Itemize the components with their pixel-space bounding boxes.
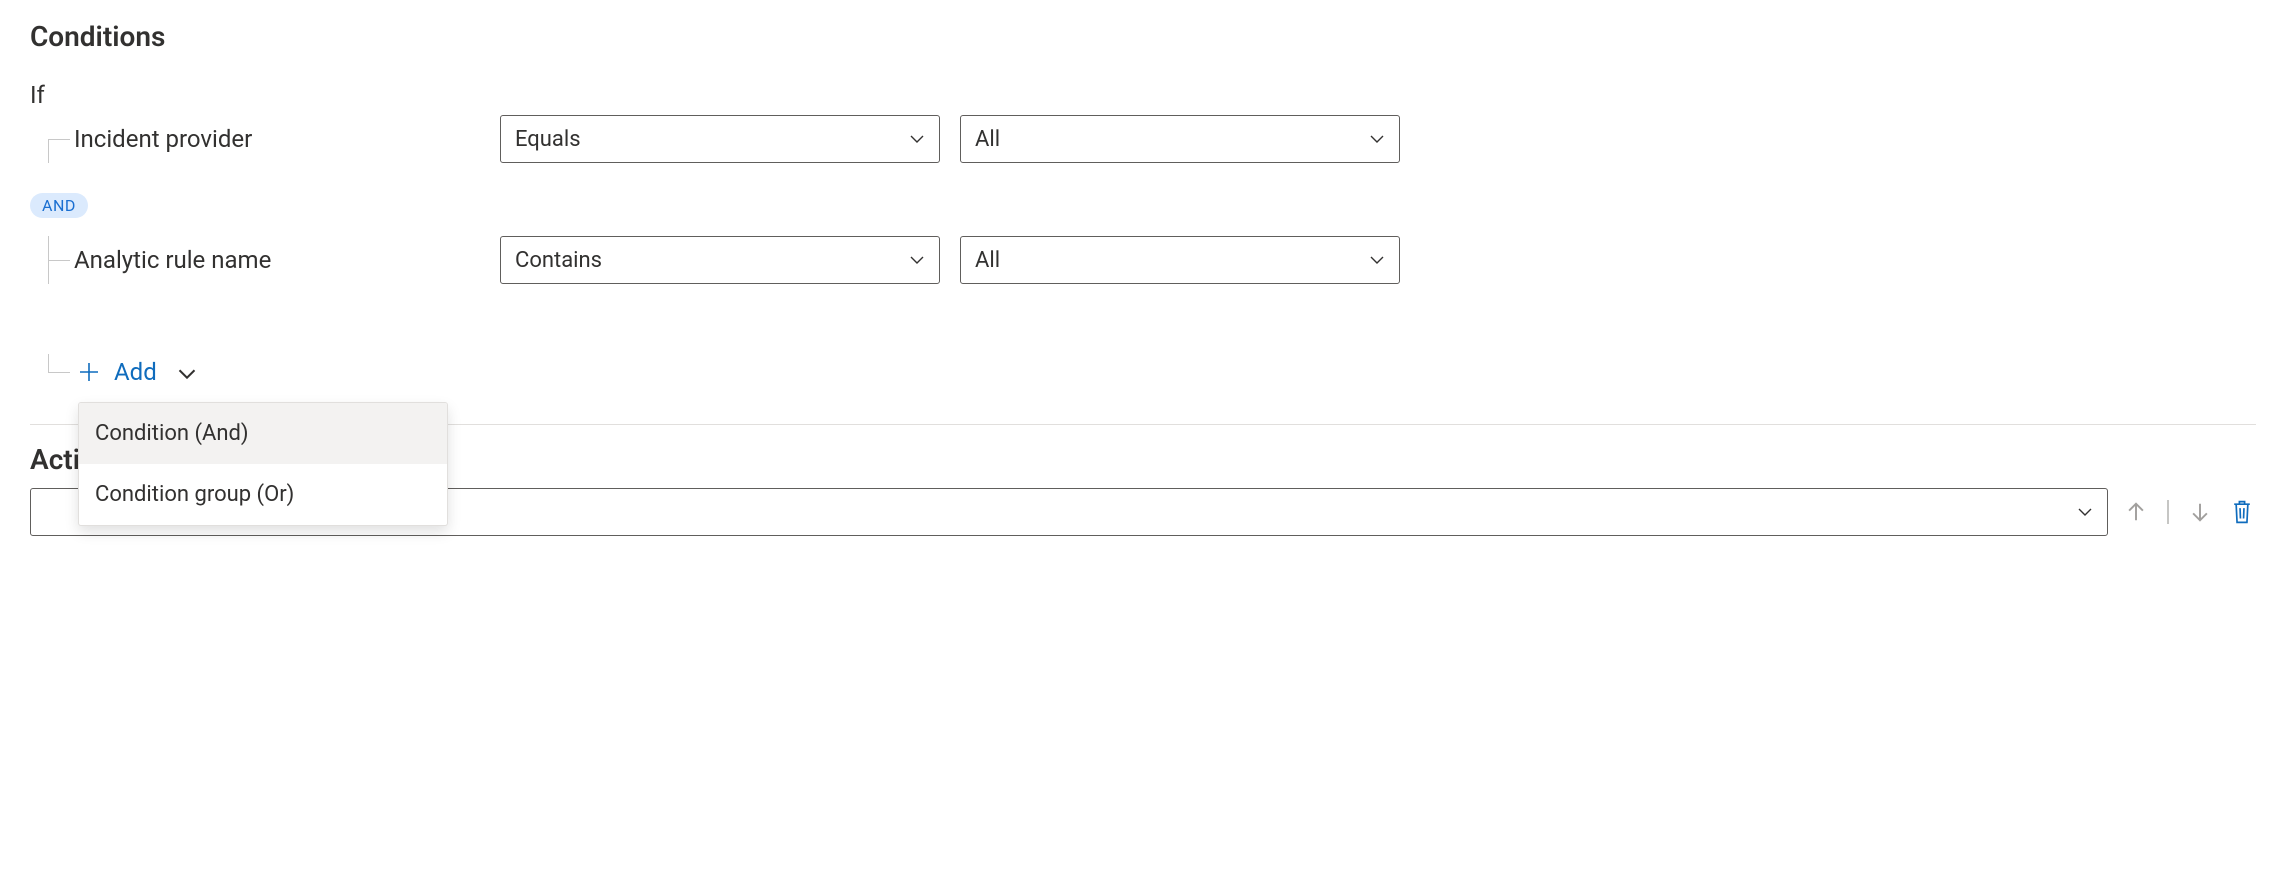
and-operator-badge: AND <box>30 193 88 218</box>
move-down-button[interactable] <box>2186 498 2214 526</box>
move-divider-icon <box>2154 498 2182 526</box>
chevron-down-icon <box>1369 131 1385 147</box>
move-up-button[interactable] <box>2122 498 2150 526</box>
operator-select[interactable]: Contains <box>500 236 940 284</box>
operator-select-value: Equals <box>515 127 581 152</box>
condition-property-label: Incident provider <box>70 125 500 153</box>
add-condition-menu: Condition (And) Condition group (Or) <box>78 402 448 526</box>
add-condition-row: Add Condition (And) Condition group (Or) <box>30 354 2256 390</box>
chevron-down-icon <box>909 252 925 268</box>
menu-item-condition-group-or[interactable]: Condition group (Or) <box>79 464 447 525</box>
value-select-value: All <box>975 248 1000 273</box>
delete-button[interactable] <box>2228 498 2256 526</box>
operator-select-value: Contains <box>515 248 602 273</box>
chevron-down-icon <box>909 131 925 147</box>
chevron-down-icon <box>177 362 197 382</box>
conditions-block: Incident provider Equals All AND Analyti… <box>30 115 2256 390</box>
condition-row: Analytic rule name Contains All <box>30 236 2256 284</box>
operator-select[interactable]: Equals <box>500 115 940 163</box>
chevron-down-icon <box>2077 504 2093 520</box>
chevron-down-icon <box>1369 252 1385 268</box>
value-select-value: All <box>975 127 1000 152</box>
tree-connector-icon <box>30 354 70 390</box>
plus-icon <box>78 361 100 383</box>
conditions-title: Conditions <box>30 20 2256 53</box>
if-label: If <box>30 81 2256 109</box>
menu-item-condition-and[interactable]: Condition (And) <box>79 403 447 464</box>
tree-connector-icon <box>30 236 70 284</box>
value-select[interactable]: All <box>960 236 1400 284</box>
add-button-label: Add <box>114 358 157 386</box>
condition-row: Incident provider Equals All <box>30 115 2256 163</box>
add-condition-button[interactable]: Add <box>70 354 197 390</box>
condition-property-label: Analytic rule name <box>70 246 500 274</box>
value-select[interactable]: All <box>960 115 1400 163</box>
tree-connector-icon <box>30 115 70 163</box>
